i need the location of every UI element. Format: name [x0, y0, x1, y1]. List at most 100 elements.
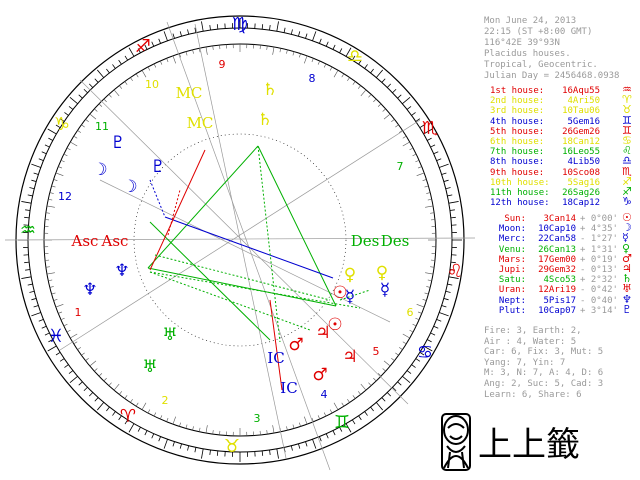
- pisces-glyph: ♓: [48, 326, 64, 347]
- house-row-label: 1st house:: [490, 86, 545, 96]
- pluto-glyph: ♇: [150, 157, 165, 177]
- house-number-1: 1: [75, 306, 82, 319]
- planet-row-speed: - 0°40': [580, 295, 618, 306]
- planet-row-label: Moon:: [498, 224, 526, 235]
- stats-line: Ang: 2, Suc: 5, Cad: 3: [484, 379, 604, 389]
- stats-line: Fire: 3, Earth: 2,: [484, 326, 582, 336]
- neptune-glyph: ♆: [82, 280, 97, 300]
- mercury-glyph: ☿: [380, 280, 390, 300]
- venus-glyph: ♀: [376, 263, 388, 283]
- stats-line: Learn: 6, Share: 6: [484, 389, 582, 400]
- scorpio-glyph: ♏: [422, 118, 438, 139]
- virgo-glyph: ♍: [232, 14, 248, 35]
- planet-row-value: 10Cap07: [538, 305, 576, 316]
- house-row-label: 3rd house:: [490, 106, 545, 117]
- header-house-system: Placidus houses.: [484, 49, 571, 59]
- des-label: Des: [381, 232, 410, 250]
- capricorn-glyph: ♑: [622, 195, 632, 209]
- house-number-11: 11: [95, 120, 109, 133]
- house-row-label: 9th house:: [490, 167, 545, 178]
- house-row-label: 8th house:: [490, 157, 545, 168]
- house-row-label: 4th house:: [490, 116, 545, 127]
- asc-label: Asc: [101, 232, 129, 250]
- house-row-value: 26Sag26: [562, 188, 600, 198]
- house-row-value: 10Sco08: [562, 167, 600, 178]
- house-row-value: 4Lib50: [567, 157, 600, 168]
- ic-label: IC: [267, 349, 284, 367]
- house-number-9: 9: [219, 58, 226, 71]
- neptune-glyph: ♆: [114, 261, 129, 281]
- planet-row-value: 29Gem32: [538, 265, 576, 275]
- planet-row-value: 3Can14: [543, 214, 576, 224]
- jupiter-glyph: ♃: [342, 347, 357, 367]
- planet-row-value: 17Gem00: [538, 254, 576, 265]
- planet-row-speed: - 0°42': [580, 285, 618, 296]
- mars-glyph: ♂: [312, 365, 327, 385]
- house-row-label: 7th house:: [490, 147, 545, 158]
- planet-row-value: 10Cap10: [538, 224, 576, 235]
- planet-row-label: Plut:: [498, 305, 526, 316]
- house-number-2: 2: [162, 394, 169, 407]
- planet-row-value: 5Pis17: [543, 295, 576, 306]
- house-row-label: 10th house:: [490, 177, 550, 188]
- leo-glyph: ♌: [447, 261, 463, 282]
- planet-row-speed: + 1°31': [580, 244, 618, 255]
- aquarius-glyph: ♒: [20, 220, 36, 241]
- house-row-value: 16Leo55: [562, 147, 600, 158]
- planet-row-label: Sun:: [504, 214, 526, 224]
- aspect-trine: [257, 145, 337, 307]
- fortune-logo: 上上籤: [441, 413, 580, 471]
- header-julian-day: Julian Day = 2456468.0938: [484, 71, 620, 81]
- house-number-10: 10: [145, 78, 159, 91]
- house-row-value: 10Tau06: [562, 106, 600, 117]
- sagittarius-glyph: ♐: [135, 36, 151, 57]
- taurus-glyph: ♉: [224, 436, 240, 457]
- pluto-glyph: ♇: [110, 133, 125, 153]
- aspect-trine: [147, 267, 337, 307]
- house-row-label: 6th house:: [490, 137, 545, 147]
- moon-glyph: ☽: [122, 177, 137, 197]
- planet-row-label: Satu:: [498, 275, 526, 286]
- planet-row-label: Merc:: [498, 234, 526, 245]
- pluto-glyph: ♇: [622, 302, 632, 316]
- aspect-lines: [147, 145, 371, 391]
- house-number-12: 12: [58, 190, 72, 203]
- house-row-label: 12th house:: [490, 198, 550, 209]
- header-date: Mon June 24, 2013: [484, 16, 577, 26]
- planet-row-speed: + 3°14': [580, 305, 618, 316]
- fortune-logo-text: 上上籤: [478, 425, 580, 465]
- house-number-5: 5: [373, 345, 380, 358]
- house-row-value: 26Gem26: [562, 126, 600, 137]
- aspect-opposition: [167, 189, 181, 236]
- mc-label: MC: [176, 84, 203, 102]
- saturn-glyph: ♄: [262, 80, 277, 100]
- gemini-glyph: ♊: [334, 412, 350, 433]
- house-row-value: 18Can12: [562, 137, 600, 147]
- libra-glyph: ♎: [347, 46, 363, 67]
- stats-line: Yang: 7, Yin: 7: [484, 357, 566, 368]
- house-row-value: 5Gem16: [567, 116, 600, 127]
- house-row-value: 4Ari50: [567, 96, 600, 107]
- aries-glyph: ♈: [120, 406, 136, 427]
- des-label: Des: [351, 232, 380, 250]
- mars-glyph: ♂: [288, 335, 303, 355]
- stats-line: Air : 4, Water: 5: [484, 336, 577, 347]
- header-zodiac: Tropical, Geocentric.: [484, 60, 598, 70]
- planet-row-speed: + 2°32': [580, 275, 618, 286]
- planet-row-value: 4Sco53: [543, 275, 576, 286]
- planet-row-label: Uran:: [498, 285, 526, 296]
- ic-label: IC: [280, 379, 297, 397]
- capricorn-glyph: ♑: [54, 114, 70, 135]
- aspect-sextile: [149, 271, 311, 331]
- house-number-6: 6: [407, 306, 414, 319]
- jupiter-glyph: ♃: [315, 323, 330, 343]
- stats-line: Car: 6, Fix: 3, Mut: 5: [484, 347, 604, 358]
- aspect-sextile: [154, 254, 331, 301]
- wheel-labels: Asc Asc Des DesMCMCICIC123456789101112: [58, 58, 414, 425]
- uranus-glyph: ♅: [142, 357, 157, 377]
- house-row-label: 11th house:: [490, 188, 550, 198]
- house-number-3: 3: [254, 412, 261, 425]
- planet-row-speed: - 0°13': [580, 265, 618, 275]
- planet-row-speed: + 4°35': [580, 224, 618, 235]
- house-number-8: 8: [309, 72, 316, 85]
